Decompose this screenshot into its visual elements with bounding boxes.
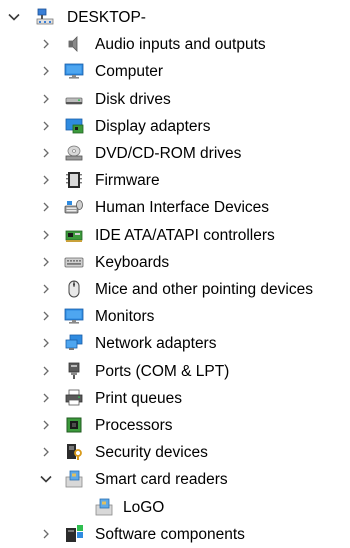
chevron-right-icon[interactable]	[40, 446, 52, 458]
chevron-right-icon[interactable]	[40, 310, 52, 322]
tree-item-network-adapters[interactable]: Network adapters	[0, 330, 350, 357]
tree-item-label: IDE ATA/ATAPI controllers	[95, 226, 275, 244]
tree-item-display-adapters[interactable]: Display adapters	[0, 113, 350, 140]
disk-drive-icon	[64, 89, 84, 109]
smart-card-reader-icon	[64, 469, 84, 489]
tree-item-monitors[interactable]: Monitors	[0, 303, 350, 330]
chevron-right-icon[interactable]	[40, 120, 52, 132]
tree-item-processors[interactable]: Processors	[0, 412, 350, 439]
device-tree: DESKTOP- Audio inputs and outputs Comput…	[0, 0, 350, 546]
chevron-right-icon[interactable]	[40, 201, 52, 213]
tree-item-label: DESKTOP-	[67, 9, 146, 26]
tree-item-mice-and-other-pointing-devices[interactable]: Mice and other pointing devices	[0, 276, 350, 303]
keyboard-icon	[64, 252, 84, 272]
tree-item-label: Monitors	[95, 308, 155, 326]
tree-item-label: Human Interface Devices	[95, 199, 270, 217]
tree-item-ide-ata-atapi-controllers[interactable]: IDE ATA/ATAPI controllers	[0, 222, 350, 249]
tree-item-label: Keyboards	[95, 253, 170, 271]
tree-item-label: Print queues	[95, 389, 183, 407]
tree-item-print-queues[interactable]: Print queues	[0, 385, 350, 412]
tree-item-label: Software components	[95, 525, 245, 543]
chevron-right-icon[interactable]	[40, 174, 52, 186]
chevron-right-icon[interactable]	[40, 392, 52, 404]
mouse-icon	[64, 279, 84, 299]
chevron-right-icon[interactable]	[40, 229, 52, 241]
network-adapter-icon	[64, 333, 84, 353]
chevron-right-icon[interactable]	[40, 65, 52, 77]
tree-item-label: Mice and other pointing devices	[95, 281, 313, 298]
security-key-icon	[64, 442, 84, 462]
tree-item-ports-com-lpt[interactable]: Ports (COM & LPT)	[0, 358, 350, 385]
tree-item-label: Audio inputs and outputs	[95, 36, 266, 54]
chevron-right-icon[interactable]	[40, 528, 52, 540]
tree-item-label: DVD/CD-ROM drives	[95, 145, 242, 162]
tree-item-keyboards[interactable]: Keyboards	[0, 249, 350, 276]
tree-item-software-components[interactable]: Software components	[0, 521, 350, 548]
tree-item-audio-inputs-and-outputs[interactable]: Audio inputs and outputs	[0, 31, 350, 58]
chevron-right-icon[interactable]	[40, 337, 52, 349]
tree-item-firmware[interactable]: Firmware	[0, 167, 350, 194]
tree-item-dvd-cd-rom-drives[interactable]: DVD/CD-ROM drives	[0, 140, 350, 167]
tree-item-computer[interactable]: Computer	[0, 58, 350, 85]
tree-item-label: Display adapters	[95, 117, 211, 135]
speaker-icon	[64, 34, 84, 54]
hid-icon	[64, 197, 84, 217]
monitor-icon	[64, 61, 84, 81]
tree-item-smart-card-readers[interactable]: Smart card readers	[0, 466, 350, 493]
software-components-icon	[64, 524, 84, 544]
chevron-right-icon[interactable]	[40, 256, 52, 268]
tree-item-disk-drives[interactable]: Disk drives	[0, 86, 350, 113]
tree-item-label: Disk drives	[95, 90, 171, 108]
tree-item-label: LoGO	[123, 498, 165, 516]
chevron-right-icon[interactable]	[40, 283, 52, 295]
tree-item-human-interface-devices[interactable]: Human Interface Devices	[0, 194, 350, 221]
dvd-drive-icon	[64, 143, 84, 163]
port-icon	[64, 361, 84, 381]
printer-icon	[64, 388, 84, 408]
chevron-right-icon[interactable]	[40, 93, 52, 105]
tree-item-label: Ports (COM & LPT)	[95, 362, 230, 380]
chevron-down-icon[interactable]	[40, 473, 52, 485]
chevron-right-icon[interactable]	[40, 38, 52, 50]
monitor-icon	[64, 306, 84, 326]
ide-controller-icon	[64, 225, 84, 245]
tree-item-label: Security devices	[95, 444, 208, 462]
firmware-chip-icon	[64, 170, 84, 190]
chevron-right-icon[interactable]	[40, 147, 52, 159]
tree-item-security-devices[interactable]: Security devices	[0, 439, 350, 466]
smart-card-reader-icon	[94, 497, 114, 517]
tree-item-label: Processors	[95, 417, 173, 434]
tree-item-label: Computer	[95, 63, 164, 81]
tree-root-desktop[interactable]: DESKTOP-	[0, 4, 350, 31]
chevron-down-icon[interactable]	[8, 11, 20, 23]
chevron-right-icon[interactable]	[40, 419, 52, 431]
tree-item-label: Firmware	[95, 172, 160, 190]
computer-tree-icon	[35, 7, 55, 27]
tree-subitem-logo[interactable]: LoGO	[0, 494, 350, 521]
display-adapter-icon	[64, 116, 84, 136]
processor-icon	[64, 415, 84, 435]
tree-item-label: Smart card readers	[95, 471, 228, 489]
chevron-right-icon[interactable]	[40, 365, 52, 377]
tree-item-label: Network adapters	[95, 335, 217, 353]
